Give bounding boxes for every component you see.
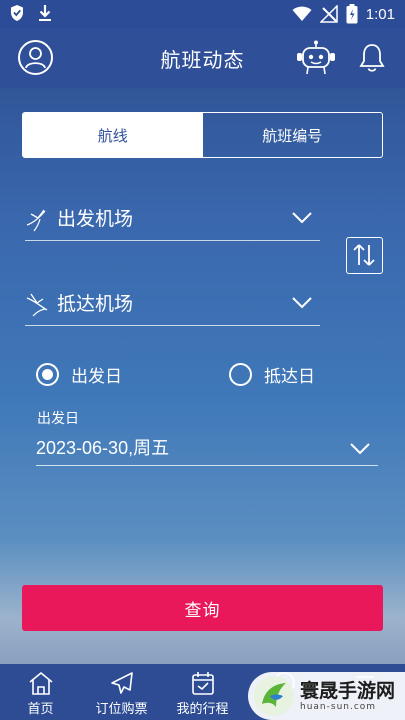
no-signal-icon [319,5,338,23]
nav-item-home[interactable]: 首页 [0,664,81,720]
radio-unchecked-indicator[interactable] [229,363,252,386]
status-right: 1:01 [292,4,395,24]
nav-label-my-trips: 我的行程 [176,702,229,717]
landing-icon [26,293,48,317]
nav-label-booking: 订位购票 [95,702,148,717]
shield-icon [11,5,23,21]
nav-item-my-trips[interactable]: 我的行程 [162,664,243,720]
page-title: 航班动态 [160,48,245,72]
app-header: 航班动态 [0,28,405,88]
watermark-badge: 寰晟手游网 huan-sun.com [248,672,405,720]
swap-airports-button[interactable] [346,237,383,274]
status-bar: 1:01 [0,0,405,28]
swap-icon [353,244,375,266]
arrival-airport-field[interactable]: 抵达机场 [25,288,320,326]
date-value: 2023-06-30,周五 [36,438,170,458]
tab-route[interactable]: 航线 [23,113,203,157]
status-time: 1:01 [365,5,395,23]
chevron-down-icon [292,212,312,224]
watermark-main-text: 寰晟手游网 [300,680,396,702]
chevron-down-icon [292,297,312,309]
query-button[interactable]: 查询 [22,585,383,631]
robot-icon [297,40,335,75]
radio-arrival-label: 抵达日 [264,367,315,387]
bell-icon [359,44,385,72]
calendar-icon [191,672,214,695]
home-icon [28,671,53,695]
watermark-text: 寰晟手游网 huan-sun.com [300,680,395,712]
plane-icon [110,672,133,694]
departure-airport-label: 出发机场 [57,208,134,230]
arrival-airport-label: 抵达机场 [57,293,134,315]
watermark-logo-icon [254,676,294,716]
nav-item-booking[interactable]: 订位购票 [81,664,162,720]
departure-airport-field[interactable]: 出发机场 [25,203,320,241]
watermark-sub-text: huan-sun.com [300,702,377,712]
wifi-icon [292,6,312,21]
battery-icon [346,4,358,24]
takeoff-icon [26,209,46,232]
search-mode-tabs: 航线 航班编号 [22,112,383,158]
notification-button[interactable] [358,42,386,74]
nav-label-home: 首页 [27,702,54,717]
tab-flight-number[interactable]: 航班编号 [203,113,383,157]
radio-departure-date[interactable]: 出发日 [36,362,122,387]
date-caption: 出发日 [37,411,79,427]
radio-departure-label: 出发日 [71,367,122,387]
status-left [10,4,52,22]
chevron-down-icon [350,443,370,455]
date-picker-field[interactable]: 2023-06-30,周五 [36,432,378,466]
radio-checked-indicator[interactable] [36,363,59,386]
radio-arrival-date[interactable]: 抵达日 [229,362,315,387]
download-icon [39,5,51,21]
robot-assistant-button[interactable] [296,40,336,76]
